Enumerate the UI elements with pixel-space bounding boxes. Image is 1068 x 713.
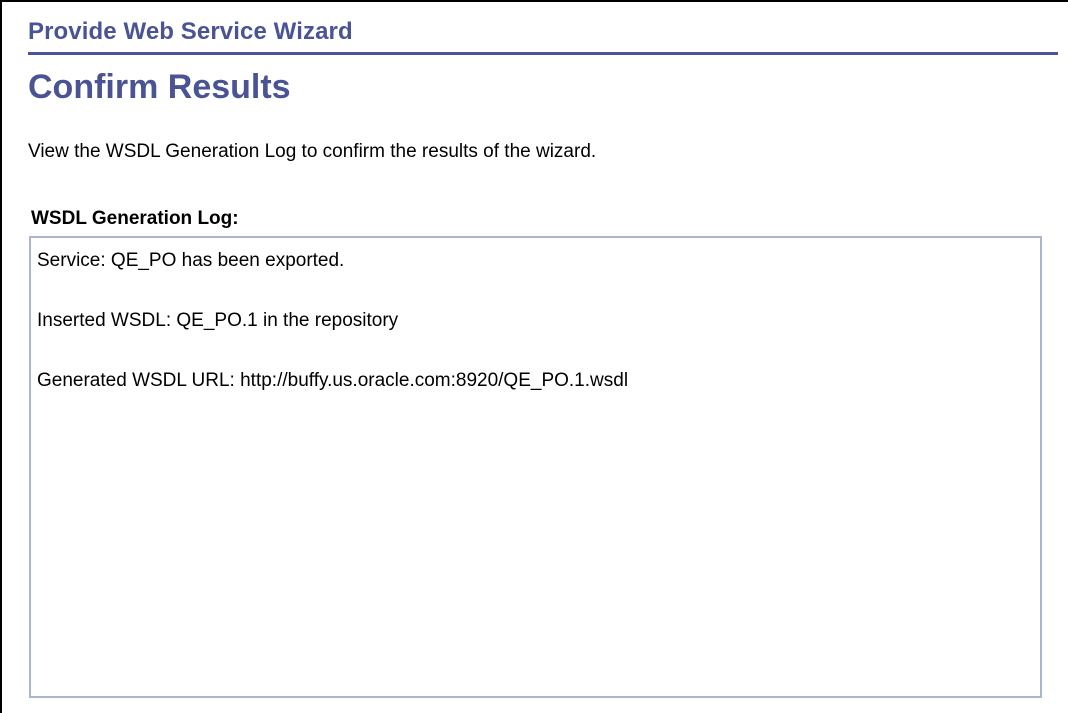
instructions-text: View the WSDL Generation Log to confirm … (28, 141, 597, 162)
log-line: Inserted WSDL: QE_PO.1 in the repository (37, 310, 399, 331)
wizard-title: Provide Web Service Wizard (28, 18, 353, 45)
log-line: Generated WSDL URL: http://buffy.us.orac… (37, 370, 629, 391)
wsdl-generation-log-textarea[interactable]: Service: QE_PO has been exported. Insert… (29, 236, 1042, 698)
title-divider (28, 52, 1058, 55)
log-line: Service: QE_PO has been exported. (37, 250, 345, 271)
log-label: WSDL Generation Log: (31, 208, 239, 229)
page-title: Confirm Results (28, 68, 291, 106)
